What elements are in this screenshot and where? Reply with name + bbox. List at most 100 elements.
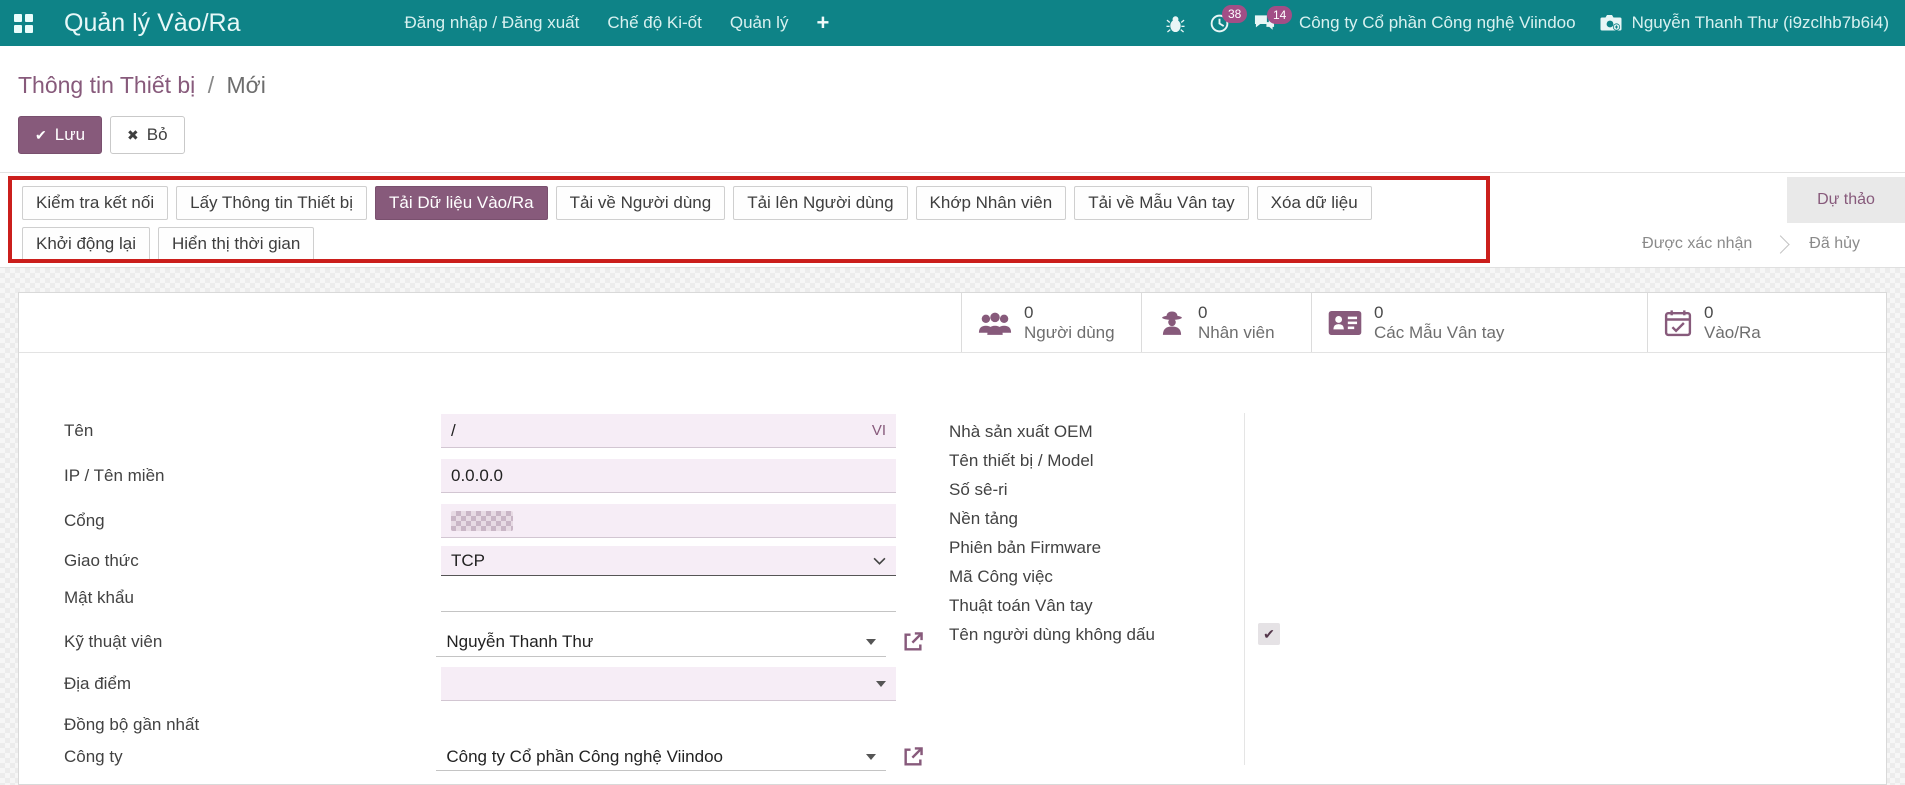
oem-label: Nhà sản xuất OEM xyxy=(949,422,1093,441)
port-input[interactable] xyxy=(441,504,896,538)
work-code-label: Mã Công việc xyxy=(949,567,1053,586)
company-external-link-icon[interactable] xyxy=(902,746,924,768)
caret-down-icon xyxy=(866,753,876,760)
breadcrumb: Thông tin Thiết bị / Mới xyxy=(0,46,1905,100)
last-sync-label: Đồng bộ gần nhất xyxy=(64,715,200,734)
download-users-button[interactable]: Tải về Người dùng xyxy=(555,186,726,220)
stat-button-row: 0 Người dùng 0 Nhân viên 0 Các Mẫu Vân t… xyxy=(961,293,1886,352)
menu-dang-nhap-dang-xuat[interactable]: Đăng nhập / Đăng xuất xyxy=(391,0,594,46)
model-label: Tên thiết bị / Model xyxy=(949,451,1094,470)
form-left-column: Tên / VI IP / Tên miền 0.0.0.0 Cổng Giao… xyxy=(64,414,924,771)
technician-label: Kỹ thuật viên xyxy=(64,632,163,651)
protocol-select[interactable]: TCP xyxy=(441,546,896,576)
caret-down-icon xyxy=(866,638,876,645)
restart-button[interactable]: Khởi động lại xyxy=(22,227,150,261)
stat-label: Vào/Ra xyxy=(1704,322,1761,342)
device-actions-row-1: Kiểm tra kết nối Lấy Thông tin Thiết bị … xyxy=(22,186,1450,220)
activity-clock-icon[interactable]: 38 xyxy=(1209,4,1248,34)
get-device-info-button[interactable]: Lấy Thông tin Thiết bị xyxy=(176,186,367,220)
x-icon: ✖ xyxy=(127,126,139,143)
show-time-button[interactable]: Hiển thị thời gian xyxy=(158,227,315,261)
chevron-down-icon xyxy=(873,557,886,565)
field-row-name: Tên / VI xyxy=(64,414,924,448)
column-divider xyxy=(1244,413,1245,765)
field-row-location: Địa điểm xyxy=(64,667,924,701)
status-cancelled[interactable]: Đã hủy xyxy=(1809,235,1860,253)
field-row-technician: Kỹ thuật viên Nguyễn Thanh Thư xyxy=(64,627,924,657)
platform-label: Nền tảng xyxy=(949,509,1018,528)
discard-button[interactable]: ✖ Bỏ xyxy=(110,116,185,154)
download-fingerprints-button[interactable]: Tải về Mẫu Vân tay xyxy=(1074,186,1249,220)
technician-external-link-icon[interactable] xyxy=(902,631,924,653)
messages-chat-icon[interactable]: 14 xyxy=(1254,5,1293,33)
user-menu[interactable]: Nguyễn Thanh Thư (i9zclhb7b6i4) xyxy=(1600,13,1889,33)
location-input[interactable] xyxy=(441,667,896,701)
chevron-right-icon xyxy=(1771,234,1790,254)
field-row-port: Cổng xyxy=(64,504,924,538)
port-value-redacted xyxy=(451,510,513,531)
main-content: 0 Người dùng 0 Nhân viên 0 Các Mẫu Vân t… xyxy=(0,268,1905,785)
stat-fingerprints-button[interactable]: 0 Các Mẫu Vân tay xyxy=(1311,293,1647,352)
check-icon: ✔ xyxy=(35,126,47,143)
translation-badge[interactable]: VI xyxy=(872,422,886,439)
message-count-badge: 14 xyxy=(1266,5,1293,24)
statusbar: Kiểm tra kết nối Lấy Thông tin Thiết bị … xyxy=(0,172,1905,268)
company-label: Công ty xyxy=(64,747,123,766)
unaccented-username-label: Tên người dùng không dấu xyxy=(949,625,1155,644)
stat-users-button[interactable]: 0 Người dùng xyxy=(961,293,1141,352)
grid-icon xyxy=(13,13,33,33)
name-input[interactable]: / VI xyxy=(441,414,896,448)
location-label: Địa điểm xyxy=(64,674,132,693)
form-sheet: 0 Người dùng 0 Nhân viên 0 Các Mẫu Vân t… xyxy=(18,292,1887,785)
breadcrumb-current: Mới xyxy=(226,72,266,98)
match-employees-button[interactable]: Khớp Nhân viên xyxy=(915,186,1067,220)
form-actions: ✔ Lưu ✖ Bỏ xyxy=(18,116,1905,154)
clear-data-button[interactable]: Xóa dữ liệu xyxy=(1256,186,1372,220)
stat-label: Nhân viên xyxy=(1198,322,1275,342)
name-label: Tên xyxy=(64,421,94,440)
users-icon xyxy=(978,312,1012,335)
debug-bug-icon[interactable] xyxy=(1166,14,1185,33)
app-title[interactable]: Quản lý Vào/Ra xyxy=(64,9,241,38)
activity-count-badge: 38 xyxy=(1221,4,1248,23)
check-connection-button[interactable]: Kiểm tra kết nối xyxy=(22,186,169,220)
top-navbar: Quản lý Vào/Ra Đăng nhập / Đăng xuất Chế… xyxy=(0,0,1905,46)
menu-quan-ly[interactable]: Quản lý xyxy=(716,0,803,46)
save-button[interactable]: ✔ Lưu xyxy=(18,116,103,154)
stat-employees-button[interactable]: 0 Nhân viên xyxy=(1141,293,1311,352)
field-row-ip: IP / Tên miền 0.0.0.0 xyxy=(64,459,924,493)
fingerprint-algorithm-label: Thuật toán Vân tay xyxy=(949,596,1093,615)
protocol-label: Giao thức xyxy=(64,551,139,570)
password-input[interactable] xyxy=(441,584,896,612)
upload-users-button[interactable]: Tải lên Người dùng xyxy=(733,186,908,220)
field-row-last-sync: Đồng bộ gần nhất xyxy=(64,713,924,737)
ip-label: IP / Tên miền xyxy=(64,466,165,485)
status-confirmed[interactable]: Được xác nhận xyxy=(1642,235,1752,253)
download-attendance-button[interactable]: Tải Dữ liệu Vào/Ra xyxy=(374,186,548,220)
apps-menu-icon[interactable] xyxy=(0,0,46,46)
stat-value: 0 xyxy=(1198,302,1208,322)
breadcrumb-parent[interactable]: Thông tin Thiết bị xyxy=(18,72,195,98)
stat-attendance-button[interactable]: 0 Vào/Ra xyxy=(1647,293,1886,352)
stat-value: 0 xyxy=(1374,302,1384,322)
device-actions-row-2: Khởi động lại Hiển thị thời gian xyxy=(22,227,1450,261)
technician-input[interactable]: Nguyễn Thanh Thư xyxy=(436,627,886,657)
password-label: Mật khẩu xyxy=(64,588,134,607)
menu-plus-button[interactable]: + xyxy=(802,0,843,46)
port-label: Cổng xyxy=(64,511,105,530)
company-switcher[interactable]: Công ty Cổ phần Công nghệ Viindoo xyxy=(1299,13,1576,33)
caret-down-icon xyxy=(876,680,886,687)
menu-che-do-ki-ot[interactable]: Chế độ Ki-ốt xyxy=(593,0,716,46)
employee-icon xyxy=(1162,311,1182,335)
form-right-column: Nhà sản xuất OEM Tên thiết bị / Model Số… xyxy=(949,417,1249,649)
ip-input[interactable]: 0.0.0.0 xyxy=(441,459,896,493)
calendar-check-icon xyxy=(1664,309,1692,336)
company-input[interactable]: Công ty Cổ phần Công nghệ Viindoo xyxy=(436,743,886,771)
breadcrumb-separator: / xyxy=(207,72,215,98)
field-row-password: Mật khẩu xyxy=(64,584,924,612)
stat-label: Các Mẫu Vân tay xyxy=(1374,322,1505,342)
unaccented-username-checkbox[interactable]: ✔ xyxy=(1258,623,1280,645)
field-row-company: Công ty Công ty Cổ phần Công nghệ Viindo… xyxy=(64,743,924,771)
stat-value: 0 xyxy=(1704,302,1714,322)
status-draft[interactable]: Dự thảo xyxy=(1787,177,1905,223)
